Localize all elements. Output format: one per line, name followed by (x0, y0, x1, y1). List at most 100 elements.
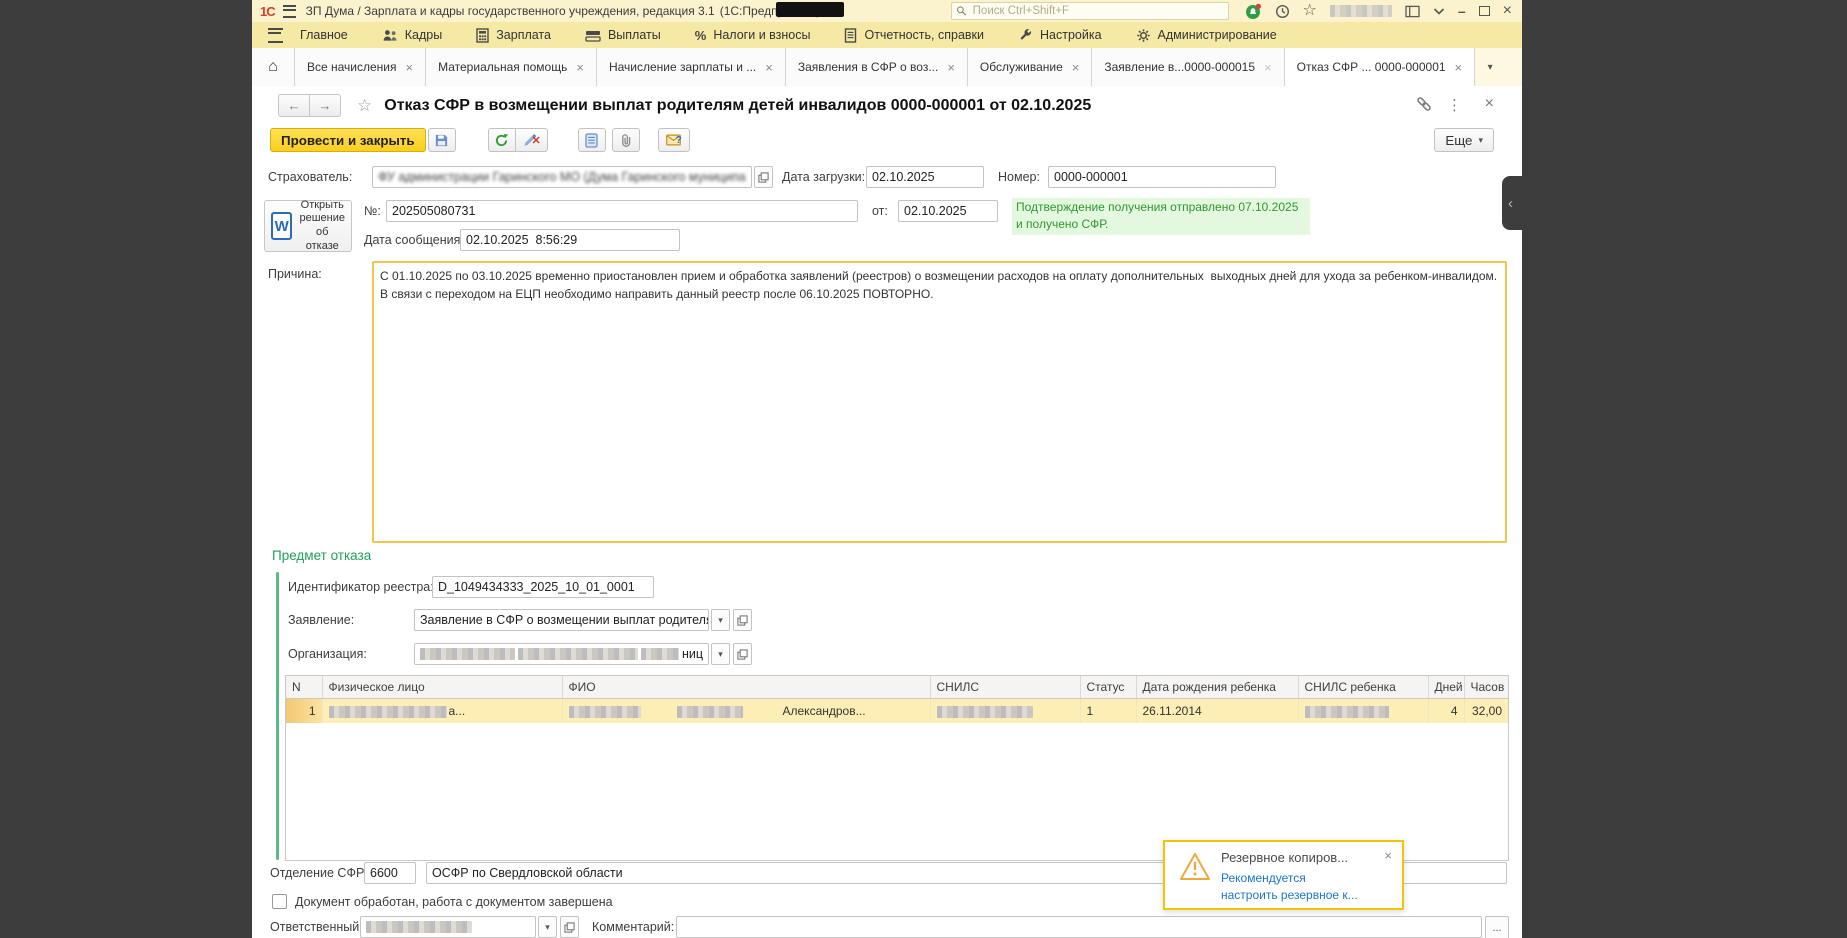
close-window-button[interactable] (1503, 3, 1512, 19)
menu-item-kadry[interactable]: Кадры (365, 22, 459, 48)
more-actions-button[interactable]: Еще (1434, 128, 1494, 152)
group-accent-line (276, 572, 279, 860)
open-organization-icon[interactable] (733, 643, 752, 665)
redacted-organization (420, 648, 515, 660)
comment-ellipsis-button[interactable]: ... (1485, 916, 1509, 938)
refresh-button[interactable] (487, 128, 516, 152)
menu-item-main[interactable]: Главное (283, 22, 365, 48)
post-and-close-button[interactable]: Провести и закрыть (270, 128, 426, 152)
attachments-button[interactable] (611, 128, 640, 152)
responsible-field[interactable] (360, 916, 536, 938)
column-header-snils[interactable]: СНИЛС (930, 676, 1081, 699)
more-kebab-icon[interactable]: ⋮ (1447, 96, 1462, 114)
tab-nachislenie-zarplaty[interactable]: Начисление зарплаты и ... (596, 48, 786, 86)
history-icon[interactable] (1275, 4, 1290, 19)
tab-close-icon[interactable] (406, 61, 414, 74)
back-button[interactable]: ← (278, 94, 310, 117)
global-search[interactable] (950, 2, 1229, 20)
application-field[interactable]: Заявление в СФР о возмещении выплат роди… (414, 609, 709, 631)
sfr-department-code-field[interactable] (364, 862, 416, 884)
collapse-panel-handle[interactable]: ‹ (1502, 176, 1542, 230)
menu-item-otchetnost[interactable]: Отчетность, справки (827, 22, 1001, 48)
notification-close-icon[interactable] (1384, 848, 1392, 863)
minimize-button[interactable]: – (1458, 4, 1466, 18)
save-floppy-icon (436, 134, 448, 146)
responsible-dropdown-button[interactable] (538, 916, 557, 938)
tab-close-icon[interactable] (576, 61, 584, 74)
organization-dropdown-button[interactable] (711, 643, 730, 665)
save-button[interactable] (427, 128, 456, 152)
open-application-icon[interactable] (733, 609, 752, 631)
main-menu-icon[interactable] (282, 4, 296, 18)
close-form-button[interactable] (1485, 95, 1494, 113)
tab-vse-nachisleniya[interactable]: Все начисления (295, 48, 427, 86)
get-link-icon[interactable] (1416, 96, 1432, 115)
table-row[interactable]: 1 а... Александров... 1 26.11.2014 4 32,… (286, 698, 1508, 723)
cell-status: 1 (1080, 698, 1137, 723)
tab-close-icon[interactable] (765, 61, 773, 74)
menu-item-zarplata[interactable]: Зарплата (459, 22, 568, 48)
post-document-button[interactable]: ✕ (515, 128, 548, 152)
tab-obsluzhivanie[interactable]: Обслуживание (967, 48, 1093, 86)
tab-zayavleniya-v-sfr[interactable]: Заявления в СФР о воз... (785, 48, 968, 86)
tab-close-icon[interactable] (947, 61, 955, 74)
menu-item-administrirovanie[interactable]: Администрирование (1119, 22, 1294, 48)
open-responsible-icon[interactable] (560, 916, 579, 938)
message-from-field[interactable] (898, 200, 998, 222)
load-date-label: Дата загрузки: (782, 170, 866, 184)
redacted-snils (936, 705, 1033, 718)
redacted-organization (517, 648, 638, 660)
tab-close-icon[interactable] (1455, 61, 1463, 74)
application-dropdown-button[interactable] (711, 609, 730, 631)
redacted-username (1329, 5, 1392, 17)
menu-item-vyplaty[interactable]: Налоги и взносы Выплаты (568, 22, 678, 48)
tab-zayavlenie-0000-000015[interactable]: Заявление в...0000-000015 (1092, 48, 1285, 86)
chevron-down-icon[interactable] (1433, 7, 1445, 16)
insured-label: Страхователь: (268, 170, 353, 184)
panel-layout-icon[interactable] (1405, 5, 1420, 18)
column-header-person[interactable]: Физическое лицо (322, 676, 563, 699)
open-windows-tabbar: ⌂ Все начисления Материальная помощь Нач… (252, 48, 1522, 87)
subject-section-title: Предмет отказа (272, 548, 372, 563)
tab-close-icon[interactable] (1264, 61, 1272, 74)
open-insured-icon[interactable] (754, 166, 773, 188)
number-field[interactable] (1048, 166, 1276, 188)
column-header-hours[interactable]: Часов (1464, 676, 1508, 699)
search-input[interactable] (970, 4, 1224, 18)
notifications-bell-icon[interactable] (1245, 3, 1262, 20)
setup-backup-link[interactable]: Рекомендуется настроить резервное к... (1221, 870, 1358, 905)
menu-item-nalogi[interactable]: % Налоги и взносы (678, 22, 828, 48)
column-header-child-birthdate[interactable]: Дата рождения ребенка (1136, 676, 1299, 699)
organization-field[interactable]: ниц (414, 643, 709, 665)
column-header-child-snils[interactable]: СНИЛС ребенка (1298, 676, 1429, 699)
menu-item-nastroyka[interactable]: Настройка (1001, 22, 1119, 48)
column-header-n[interactable]: N (286, 676, 323, 699)
message-date-field[interactable] (460, 229, 680, 251)
processed-checkbox[interactable] (272, 894, 287, 909)
paperclip-icon (621, 133, 630, 147)
maximize-button[interactable] (1478, 6, 1490, 16)
load-date-field[interactable] (866, 166, 984, 188)
redacted-responsible (366, 921, 472, 933)
column-header-status[interactable]: Статус (1080, 676, 1137, 699)
sections-panel-icon[interactable] (268, 27, 283, 43)
tab-materialnaya-pomosch[interactable]: Материальная помощь (426, 48, 597, 86)
reason-textarea[interactable]: С 01.10.2025 по 03.10.2025 временно прио… (372, 261, 1507, 543)
forward-button[interactable]: → (310, 94, 341, 117)
open-refusal-decision-button[interactable]: W Открыть решение об отказе (264, 199, 352, 252)
column-header-days[interactable]: Дней (1428, 676, 1465, 699)
registry-id-field[interactable] (432, 576, 654, 598)
tab-otkaz-sfr-active[interactable]: Отказ СФР ... 0000-000001 (1284, 48, 1476, 86)
backup-notification-popup[interactable]: Резервное копиров... Рекомендуетсянастро… (1163, 840, 1404, 910)
column-header-fio[interactable]: ФИО (562, 676, 931, 699)
favorite-star-icon[interactable]: ☆ (357, 96, 372, 116)
insured-field[interactable]: ФУ администрации Гаринского МО (Дума Гар… (372, 166, 752, 188)
tab-list-dropdown[interactable] (1475, 48, 1505, 86)
favorites-star-icon[interactable]: ☆ (1303, 3, 1317, 19)
comment-field[interactable] (676, 916, 1482, 938)
tab-close-icon[interactable] (1072, 61, 1080, 74)
tab-home[interactable]: ⌂ (252, 48, 295, 86)
send-message-button[interactable]: ? (657, 128, 690, 152)
document-register-button[interactable] (577, 128, 606, 152)
message-no-field[interactable] (386, 200, 858, 222)
